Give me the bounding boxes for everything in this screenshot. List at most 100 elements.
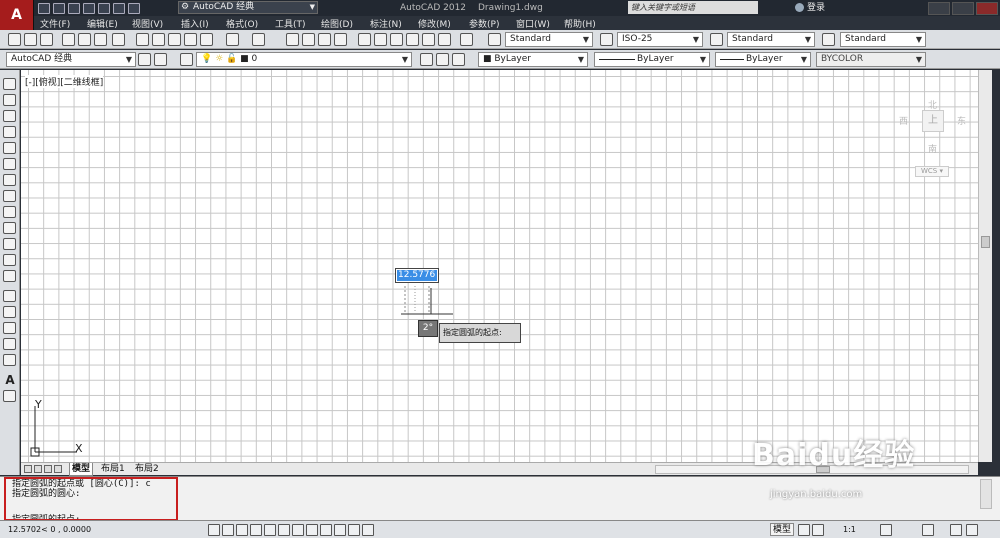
hatch-icon[interactable] [3,306,16,318]
workspace-select[interactable]: ⚙ AutoCAD 经典 ▼ [178,1,318,14]
plot-preview-icon[interactable] [78,33,91,46]
lineweight-icon[interactable] [348,524,360,536]
dynamic-input-icon[interactable] [334,524,346,536]
next-tab-button[interactable] [44,465,52,473]
dynamic-input-angle[interactable]: 2° [418,320,438,337]
minimize-button[interactable] [928,1,950,15]
calculator-icon[interactable] [438,33,451,46]
plot-icon[interactable] [62,33,75,46]
text-style-combo[interactable]: Standard ▼ [505,32,593,47]
multiline-text-icon[interactable]: A [4,373,16,387]
infer-constraints-icon[interactable] [208,524,220,536]
quick-properties-icon[interactable] [362,524,374,536]
menu-view[interactable]: 视图(V) [132,17,163,30]
arc-icon[interactable] [3,158,16,170]
color-combo[interactable]: ■ ByLayer ▼ [478,52,588,67]
search-input[interactable]: 键入关键字或短语 [628,1,758,14]
tool-palettes-icon[interactable] [390,33,403,46]
viewcube-south[interactable]: 南 [928,142,937,155]
multileader-style-icon[interactable] [822,33,835,46]
layer-properties-icon[interactable] [180,53,193,66]
quick-view-layouts-icon[interactable] [798,524,810,536]
region-icon[interactable] [3,338,16,350]
workspace-switching-icon[interactable] [880,524,892,536]
new-file-icon[interactable] [38,2,50,14]
dim-style-combo[interactable]: ISO-25 ▼ [617,32,703,47]
table-icon[interactable] [3,354,16,366]
quick-view-drawings-icon[interactable] [812,524,824,536]
dynamic-ucs-icon[interactable] [320,524,332,536]
tab-layout1[interactable]: 布局1 [99,463,127,476]
menu-tools[interactable]: 工具(T) [275,17,306,30]
design-center-icon[interactable] [374,33,387,46]
match-properties-icon[interactable] [184,33,197,46]
object-snap-tracking-icon[interactable] [306,524,318,536]
lock-icon[interactable] [922,524,934,536]
last-tab-button[interactable] [54,465,62,473]
zoom-window-icon[interactable] [318,33,331,46]
coordinate-readout[interactable]: 12.5702< 0 , 0.0000 [8,525,91,534]
application-menu-button[interactable]: A [0,0,34,30]
menu-format[interactable]: 格式(O) [226,17,258,30]
tab-model[interactable]: 模型 [69,463,94,476]
table-style-icon[interactable] [710,33,723,46]
vertical-scrollbar[interactable] [978,70,992,462]
menu-file[interactable]: 文件(F) [40,17,70,30]
make-block-icon[interactable] [3,270,16,282]
menu-modify[interactable]: 修改(M) [418,17,451,30]
plotstyle-combo[interactable]: BYCOLOR ▼ [816,52,926,67]
undo-icon[interactable] [113,2,125,14]
publish-icon[interactable] [94,33,107,46]
layer-previous-icon[interactable] [436,53,449,66]
markup-icon[interactable] [422,33,435,46]
text-style-icon[interactable] [488,33,501,46]
object-snap-icon[interactable] [278,524,290,536]
redo-icon[interactable] [252,33,265,46]
linetype-combo[interactable]: ByLayer ▼ [594,52,710,67]
spline-icon[interactable] [3,206,16,218]
ellipse-arc-icon[interactable] [3,238,16,250]
3d-print-icon[interactable] [112,33,125,46]
sheet-set-icon[interactable] [406,33,419,46]
maximize-button[interactable] [952,1,974,15]
dynamic-input-length[interactable]: 12.5776 [395,268,439,283]
lightbulb-icon[interactable] [950,524,962,536]
save-icon[interactable] [40,33,53,46]
ellipse-icon[interactable] [3,222,16,234]
menu-insert[interactable]: 插入(I) [181,17,209,30]
polygon-icon[interactable] [3,126,16,138]
wcs-menu[interactable]: WCS ▾ [915,166,949,177]
grid-display-icon[interactable] [236,524,248,536]
paste-icon[interactable] [168,33,181,46]
dim-style-icon[interactable] [600,33,613,46]
workspace-combo[interactable]: AutoCAD 经典 ▼ [6,52,136,67]
rectangle-icon[interactable] [3,142,16,154]
3d-osnap-icon[interactable] [292,524,304,536]
lineweight-combo[interactable]: ByLayer ▼ [715,52,811,67]
open-icon[interactable] [24,33,37,46]
customize-icon[interactable] [154,53,167,66]
annotation-scale[interactable]: 1:1 [843,525,856,534]
line-icon[interactable] [3,78,16,90]
zoom-realtime-icon[interactable] [302,33,315,46]
menu-edit[interactable]: 编辑(E) [87,17,118,30]
redo-icon[interactable] [128,2,140,14]
revision-cloud-icon[interactable] [3,190,16,202]
zoom-previous-icon[interactable] [334,33,347,46]
save-icon[interactable] [68,2,80,14]
tab-layout2[interactable]: 布局2 [133,463,161,476]
menu-parametric[interactable]: 参数(P) [469,17,499,30]
construction-line-icon[interactable] [3,94,16,106]
snap-mode-icon[interactable] [222,524,234,536]
menu-draw[interactable]: 绘图(D) [321,17,353,30]
login-button[interactable]: 登录 [795,0,825,16]
menu-window[interactable]: 窗口(W) [516,17,550,30]
print-icon[interactable] [98,2,110,14]
clean-screen-icon[interactable] [966,524,978,536]
help-icon[interactable] [460,33,473,46]
copy-icon[interactable] [152,33,165,46]
multileader-style-combo[interactable]: Standard ▼ [840,32,926,47]
new-icon[interactable] [8,33,21,46]
workspace-settings-icon[interactable] [138,53,151,66]
menu-dimension[interactable]: 标注(N) [370,17,402,30]
